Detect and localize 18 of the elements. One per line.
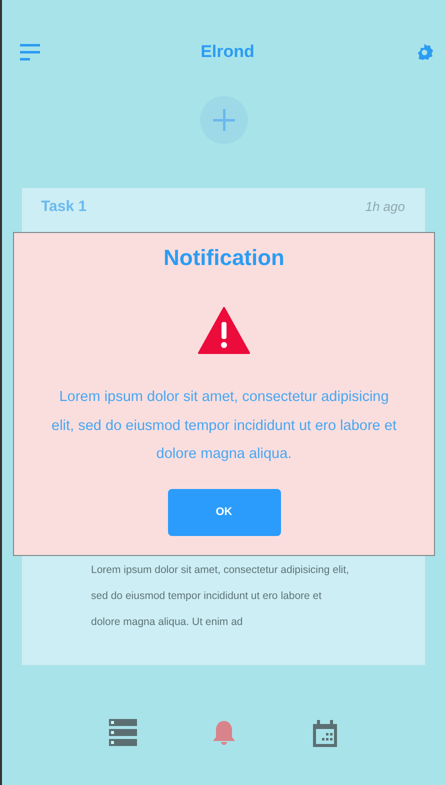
task-time: 1h ago [365,199,405,214]
settings-button[interactable] [415,42,434,62]
dialog-title: Notification [164,245,284,271]
warning-icon [198,307,250,355]
task-description: Lorem ipsum dolor sit amet, consectetur adipisicing elit, sed do eiusmod tempor incididunt ut ero labore et dolore magna aliqua. Ut enim ad [91,563,349,630]
settings-icon [415,42,434,62]
add-button[interactable] [200,96,248,144]
menu-button[interactable] [20,44,40,60]
app-title: Elrond [200,42,254,62]
menu-icon [20,44,40,60]
plus-icon [213,109,235,131]
ok-button[interactable]: OK [168,488,280,536]
task-title: Task 1 [41,198,87,215]
calendar-icon [311,719,340,747]
nav-button[interactable] [108,719,137,747]
list-icon [108,719,137,746]
dialog-message: Lorem ipsum dolor sit amet, consectetur adipisicing elit, sed do eiusmod tempor incididunt ut ero labore et dolore magna aliqua. [50,388,398,464]
nav-button[interactable] [311,719,340,747]
